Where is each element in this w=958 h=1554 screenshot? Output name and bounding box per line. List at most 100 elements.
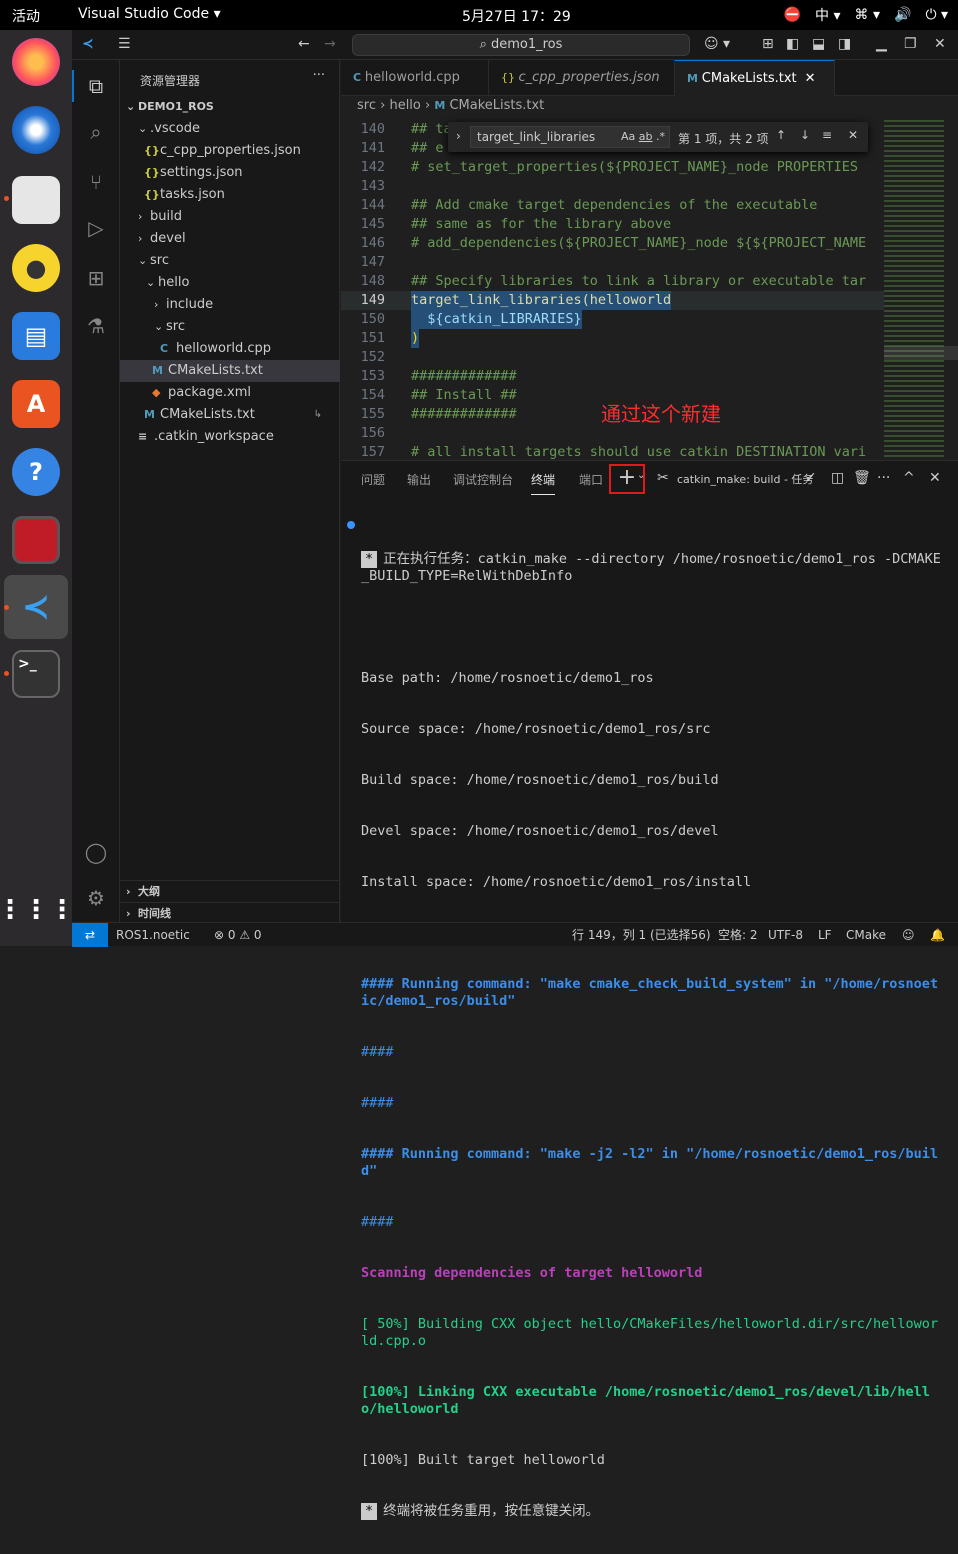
- folder-hello[interactable]: ⌄ hello: [120, 272, 340, 294]
- terminal-line: Build space: /home/rosnoetic/demo1_ros/b…: [361, 772, 719, 788]
- more-actions-icon[interactable]: ···: [877, 470, 890, 486]
- next-match-icon[interactable]: ↓: [800, 128, 810, 142]
- file-hello-cmakelists[interactable]: M CMakeLists.txt: [120, 360, 340, 382]
- vscode-icon[interactable]: ≺: [12, 583, 60, 631]
- account-icon[interactable]: ◯: [84, 840, 108, 864]
- folder-vscode[interactable]: ⌄ .vscode: [120, 118, 340, 140]
- timeline-section[interactable]: › 时间线: [120, 902, 340, 924]
- volume-icon[interactable]: 🔊: [894, 7, 911, 23]
- extensions-icon[interactable]: ⊞: [84, 266, 108, 290]
- copilot-status-icon[interactable]: ☺: [902, 923, 915, 947]
- show-apps-icon[interactable]: ⋮⋮⋮: [0, 886, 75, 934]
- more-actions-icon[interactable]: ···: [313, 68, 325, 83]
- search-icon[interactable]: ⌕: [84, 120, 108, 144]
- restore-icon[interactable]: ❐: [904, 36, 917, 52]
- file-package-xml[interactable]: ◆ package.xml: [120, 382, 340, 404]
- terminal-output[interactable]: * 正在执行任务：catkin_make --directory /home/ro…: [361, 517, 941, 1554]
- encoding[interactable]: UTF-8: [768, 923, 803, 947]
- notification-icon[interactable]: ⛔: [784, 7, 801, 23]
- tab-output[interactable]: 输出: [407, 471, 431, 488]
- app-menu[interactable]: Visual Studio Code ▾: [78, 6, 221, 22]
- copilot-icon[interactable]: ☺ ▾: [704, 36, 730, 52]
- command-center[interactable]: ⌕ demo1_ros: [352, 34, 690, 56]
- tab-ports[interactable]: 端口: [579, 471, 603, 488]
- tab-terminal[interactable]: 终端: [531, 471, 556, 495]
- close-tab-icon[interactable]: ✕: [805, 71, 816, 86]
- problems-status[interactable]: ⊗ 0 ⚠ 0: [214, 923, 262, 947]
- tab-debug-console[interactable]: 调试控制台: [453, 471, 513, 488]
- clock[interactable]: 5月27日 17：29: [462, 6, 571, 26]
- file-c-cpp-properties[interactable]: {}c_cpp_properties.json: [120, 140, 340, 162]
- forward-icon[interactable]: →: [324, 36, 336, 52]
- minimap-slider[interactable]: [884, 346, 958, 360]
- outline-section[interactable]: › 大纲: [120, 880, 340, 902]
- breadcrumb-item[interactable]: src: [357, 98, 376, 113]
- tab-cmakelists[interactable]: M CMakeLists.txt ✕: [675, 60, 835, 96]
- settings-gear-icon[interactable]: ⚙: [84, 886, 108, 910]
- cursor-position[interactable]: 行 149，列 1 (已选择56): [572, 923, 711, 947]
- file-src-cmakelists[interactable]: M CMakeLists.txt ↳: [120, 404, 340, 426]
- back-icon[interactable]: ←: [298, 36, 310, 52]
- software-icon[interactable]: A: [12, 380, 60, 428]
- thunderbird-icon[interactable]: [12, 106, 60, 154]
- close-icon[interactable]: ✕: [934, 36, 946, 52]
- tab-problems[interactable]: 问题: [361, 471, 385, 488]
- toggle-sidebar-icon[interactable]: ◧: [786, 36, 799, 52]
- testing-icon[interactable]: ⚗: [84, 314, 108, 338]
- folder-src[interactable]: ⌄ src: [120, 250, 340, 272]
- minimize-icon[interactable]: ▁: [876, 36, 887, 52]
- minimap[interactable]: [884, 120, 958, 460]
- folder-build[interactable]: › build: [120, 206, 340, 228]
- run-debug-icon[interactable]: ▷: [84, 216, 108, 240]
- language-mode[interactable]: CMake: [846, 923, 886, 947]
- firefox-icon[interactable]: [12, 38, 60, 86]
- match-options-icon[interactable]: Aa ab .*: [621, 130, 665, 143]
- writer-icon[interactable]: ▤: [12, 312, 60, 360]
- menu-icon[interactable]: ☰: [118, 36, 131, 52]
- check-icon[interactable]: ✓: [805, 470, 817, 486]
- breadcrumb-item[interactable]: hello: [389, 98, 420, 113]
- indentation[interactable]: 空格: 2: [718, 923, 758, 947]
- terminator-icon[interactable]: [12, 516, 60, 564]
- find-input[interactable]: target_link_libraries Aa ab .*: [470, 126, 670, 148]
- file-helloworld-cpp[interactable]: Chelloworld.cpp: [120, 338, 340, 360]
- file-catkin-workspace[interactable]: ≡ .catkin_workspace: [120, 426, 340, 448]
- files-icon[interactable]: [12, 176, 60, 224]
- trash-icon[interactable]: 🗑: [853, 470, 871, 486]
- chevron-down-icon[interactable]: ⌄: [637, 470, 645, 481]
- explorer-icon[interactable]: ⧉: [84, 74, 108, 98]
- ros-status[interactable]: ROS1.noetic: [116, 923, 190, 947]
- task-terminal-label[interactable]: catkin_make: build - 任务: [677, 471, 813, 487]
- source-control-icon[interactable]: ⑂: [84, 170, 108, 194]
- terminal-icon[interactable]: >_: [12, 650, 60, 698]
- close-panel-icon[interactable]: ✕: [929, 470, 941, 486]
- file-settings[interactable]: {}settings.json: [120, 162, 340, 184]
- toggle-replace-icon[interactable]: ›: [456, 129, 461, 143]
- breadcrumb-item[interactable]: CMakeLists.txt: [449, 98, 544, 113]
- help-icon[interactable]: ?: [12, 448, 60, 496]
- customize-layout-icon[interactable]: ⊞: [762, 36, 774, 52]
- input-method-menu[interactable]: 中 ▾: [815, 5, 840, 25]
- maximize-panel-icon[interactable]: ^: [903, 470, 915, 486]
- folder-devel[interactable]: › devel: [120, 228, 340, 250]
- toggle-secondary-sidebar-icon[interactable]: ◨: [838, 36, 851, 52]
- tab-c-cpp-properties[interactable]: {} c_cpp_properties.json: [489, 60, 675, 96]
- tab-helloworld-cpp[interactable]: C helloworld.cpp: [341, 60, 489, 96]
- split-terminal-icon[interactable]: ◫: [831, 470, 844, 486]
- folder-include[interactable]: › include: [120, 294, 340, 316]
- previous-match-icon[interactable]: ↑: [776, 128, 786, 142]
- workspace-root[interactable]: ⌄ DEMO1_ROS: [120, 96, 340, 118]
- close-find-icon[interactable]: ✕: [848, 128, 858, 142]
- remote-indicator-icon[interactable]: ⇄: [72, 923, 108, 947]
- eol[interactable]: LF: [818, 923, 832, 947]
- notifications-icon[interactable]: 🔔: [930, 923, 945, 947]
- file-tasks[interactable]: {}tasks.json: [120, 184, 340, 206]
- activities-button[interactable]: 活动: [12, 6, 40, 26]
- folder-hello-src[interactable]: ⌄ src: [120, 316, 340, 338]
- power-icon[interactable]: ⏻ ▾: [925, 7, 948, 23]
- find-in-selection-icon[interactable]: ≡: [822, 128, 832, 142]
- network-icon[interactable]: ⌘ ▾: [855, 7, 880, 23]
- toggle-panel-icon[interactable]: ⬓: [812, 36, 825, 52]
- system-top-bar: 活动 Visual Studio Code ▾ 5月27日 17：29 ⛔ 中 …: [0, 0, 958, 30]
- rhythmbox-icon[interactable]: ●: [12, 244, 60, 292]
